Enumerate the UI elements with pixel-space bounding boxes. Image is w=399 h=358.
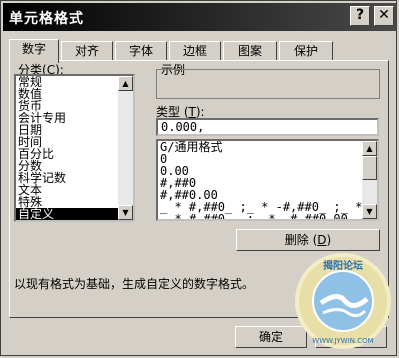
close-icon[interactable]: ✕	[374, 6, 394, 26]
scroll-up-icon[interactable]: ▲	[118, 76, 133, 91]
type-input[interactable]: 0.000,	[156, 118, 379, 136]
scroll-up-icon[interactable]: ▲	[362, 141, 377, 156]
scroll-down-icon[interactable]: ▼	[362, 204, 377, 219]
scroll-thumb[interactable]	[362, 156, 377, 180]
forum-watermark-logo: 揭阳论坛 WWW.JYWIN.COM	[295, 253, 391, 349]
tab-font[interactable]: 字体	[115, 41, 167, 60]
description-text: 以现有格式为基础，生成自定义的数字格式。	[14, 277, 255, 291]
title-bar[interactable]: 单元格格式 ? ✕	[3, 3, 396, 31]
format-scrollbar[interactable]: ▲ ▼	[362, 141, 377, 219]
format-list-item[interactable]: G/通用格式	[158, 141, 362, 153]
tab-protection[interactable]: 保护	[279, 41, 333, 60]
category-list[interactable]: 常规 数值 货币 会计专用 日期 时间 百分比 分数 科学记数 文本 特殊 自定义 ▲ ▼	[14, 74, 135, 222]
delete-button[interactable]: 删除 (D)	[236, 229, 380, 251]
sample-box	[156, 69, 380, 99]
category-list-item[interactable]: 自定义	[16, 208, 118, 220]
tab-number[interactable]: 数字	[9, 39, 59, 63]
tab-border[interactable]: 边框	[169, 41, 221, 60]
window-title: 单元格格式	[9, 11, 84, 27]
category-scrollbar[interactable]: ▲ ▼	[118, 76, 133, 220]
watermark-url: WWW.JYWIN.COM	[312, 337, 373, 345]
dialog-window: 单元格格式 ? ✕ 数字 对齐 字体 边框 图案 保护 分类(C): 常规 数值货…	[0, 0, 397, 356]
watermark-title: 揭阳论坛	[323, 259, 363, 272]
tab-alignment[interactable]: 对齐	[61, 41, 113, 60]
tab-patterns[interactable]: 图案	[223, 41, 277, 60]
scroll-down-icon[interactable]: ▼	[118, 205, 133, 220]
format-list-item[interactable]: _ * #,##0._ ;_ * -#,##0.00_	[158, 213, 362, 219]
help-icon[interactable]: ?	[350, 6, 370, 26]
format-list[interactable]: G/通用格式 0 0.00 #,##0 #,##0.00 _ * #,##0_ ;_ * …	[156, 139, 379, 221]
